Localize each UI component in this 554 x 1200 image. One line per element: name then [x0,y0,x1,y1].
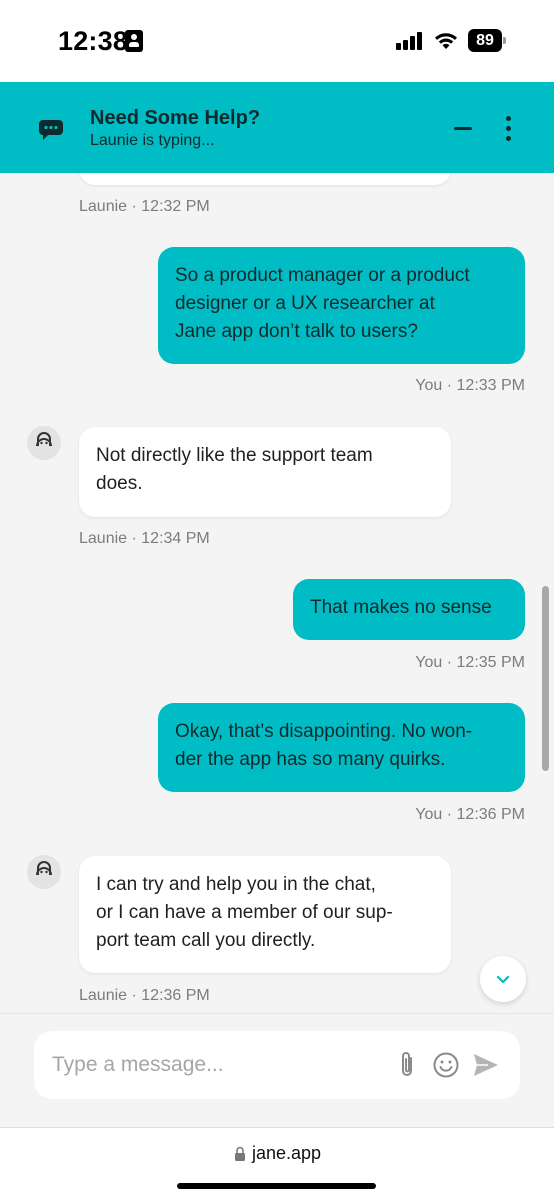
home-indicator[interactable] [177,1183,376,1189]
more-vertical-icon [506,116,511,121]
agent-avatar-icon [36,432,52,447]
minimize-button[interactable] [448,116,478,140]
emoji-icon[interactable] [432,1051,460,1079]
message-list[interactable]: Launie · 12:32 PM So a product manager o… [0,173,554,1013]
cellular-signal-icon [396,32,424,50]
lock-icon [235,1146,245,1161]
chevron-down-icon [496,975,510,984]
message-meta: Launie · 12:32 PM [79,198,210,215]
scrollbar-thumb[interactable] [542,586,549,771]
user-message-bubble: Okay, that’s disappointing. No won- der … [158,703,525,792]
agent-message-bubble: I can try and help you in the chat, or I… [79,856,451,973]
message-line: or I can have a member of our sup- [96,902,393,923]
chat-title: Need Some Help? [90,107,261,129]
agent-avatar [27,426,61,460]
agent-message-bubble: Not directly like the support team does. [79,427,451,517]
message-meta: You · 12:33 PM [415,377,525,394]
user-message-bubble: So a product manager or a product design… [158,247,525,364]
status-time: 12:38 [58,26,129,56]
chat-bubble-icon [39,120,63,140]
message-meta: You · 12:36 PM [415,806,525,823]
message-line: Not directly like the support team [96,445,373,466]
wifi-icon [435,33,457,49]
message-line: port team call you directly. [96,930,316,951]
more-options-button[interactable] [496,112,520,144]
message-meta: You · 12:35 PM [415,654,525,671]
message-line: Okay, that’s disappointing. No won- [175,721,473,742]
message-line: So a product manager or a product [175,265,470,286]
agent-message-bubble [79,173,451,185]
agent-avatar [27,855,61,889]
minimize-icon [454,127,472,130]
message-meta: Launie · 12:36 PM [79,987,210,1004]
message-line: designer or a UX researcher at [175,293,435,314]
contact-card-icon [125,30,143,52]
battery-level: 89 [468,29,502,52]
user-message-bubble: That makes no sense [293,579,525,640]
typing-status: Launie is typing... [90,132,215,149]
message-line: does. [96,473,143,494]
message-input[interactable] [52,1045,382,1085]
message-line: That makes no sense [310,597,492,618]
paperclip-icon[interactable] [394,1049,420,1081]
send-icon[interactable] [472,1052,500,1078]
message-line: Jane app don’t talk to users? [175,321,418,342]
message-line: der the app has so many quirks. [175,749,446,770]
message-line: I can try and help you in the chat, [96,874,376,895]
scroll-to-bottom-button[interactable] [480,956,526,1002]
battery-icon: 89 [468,29,506,52]
url-text[interactable]: jane.app [252,1143,321,1164]
agent-avatar-icon [36,861,52,876]
status-bar: 12:38 89 [0,0,554,82]
message-meta: Launie · 12:34 PM [79,530,210,547]
